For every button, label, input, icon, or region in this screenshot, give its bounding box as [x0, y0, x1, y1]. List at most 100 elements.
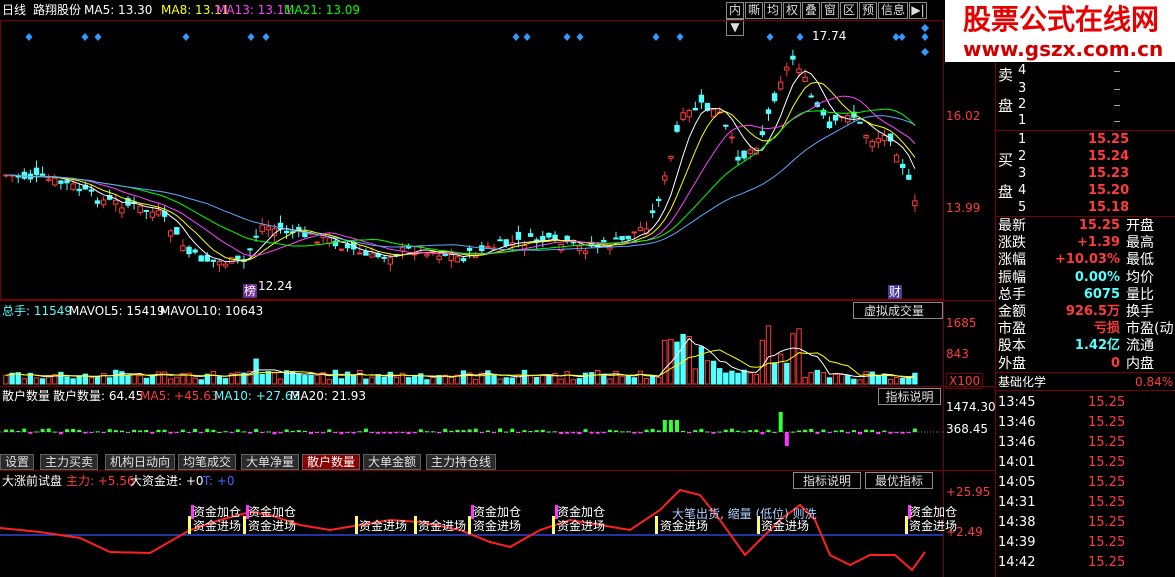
tick-time: 13:45 — [998, 395, 1036, 410]
stat-value: 1.42亿 — [1074, 338, 1120, 354]
capital-add-annotation: 资金加仓 — [557, 505, 606, 519]
bottom-help-button[interactable]: 指标说明 — [793, 472, 861, 489]
candle — [283, 230, 290, 234]
stat-value: +10.03% — [1054, 252, 1120, 268]
retail-bar — [784, 432, 789, 446]
volume-bar — [595, 369, 601, 385]
stat-label: 金额 — [998, 304, 1026, 320]
virtual-volume-dropdown[interactable]: 虚拟成交量 — [853, 302, 943, 319]
candle — [741, 150, 747, 159]
candle — [88, 189, 95, 192]
retail-bar — [534, 430, 539, 432]
volume-bar — [107, 377, 113, 385]
retail-bar — [168, 432, 173, 434]
stat-value: 亏损 — [1093, 321, 1120, 337]
candle — [515, 231, 522, 240]
volume-bar — [351, 374, 357, 385]
candle — [802, 76, 808, 82]
retail-bar — [498, 428, 503, 432]
retail-bar — [668, 420, 673, 432]
cai-marker[interactable]: 财 — [888, 285, 903, 299]
tab-main-force[interactable]: 主力买卖 — [40, 454, 99, 470]
ma-line — [6, 70, 916, 263]
volume-bar — [692, 368, 698, 385]
candle — [222, 263, 229, 267]
bid-row[interactable]: 3 15.23 — [996, 165, 1175, 183]
retail-bar — [357, 431, 362, 433]
retail-bar — [437, 432, 442, 434]
tab-main-position[interactable]: 主力持仓线 — [426, 454, 497, 470]
bid-row[interactable]: 4 15.20 — [996, 182, 1175, 200]
stat-label: 股本 — [998, 338, 1026, 355]
candle — [698, 94, 705, 103]
volume-bar — [137, 375, 143, 385]
capital-enter-annotation: 资金进场 — [557, 519, 606, 533]
volume-bar — [375, 374, 381, 385]
volume-bar — [704, 360, 711, 385]
candle — [21, 171, 28, 179]
tick-price: 15.25 — [1088, 395, 1126, 410]
tab-settings[interactable]: 设置 — [0, 454, 35, 470]
volume-bar — [174, 376, 180, 385]
retail-bar — [65, 429, 69, 432]
volume-bar — [430, 376, 436, 385]
retail-bar — [540, 429, 545, 432]
kline-chart[interactable] — [0, 0, 996, 577]
retail-axis-label: 1474.30 — [946, 400, 996, 414]
bang-marker[interactable]: 榜 — [243, 284, 258, 298]
retail-bar — [327, 429, 332, 432]
volume-bar — [393, 377, 400, 385]
volume-bar — [839, 374, 845, 385]
volume-bar — [808, 372, 814, 385]
volume-bar — [796, 328, 802, 385]
candle — [790, 55, 796, 60]
candle — [473, 255, 479, 259]
retail-bar — [876, 432, 881, 435]
candle — [192, 249, 198, 253]
tick-price: 15.25 — [1088, 475, 1126, 490]
volume-bar — [723, 372, 729, 385]
signal-diamond — [563, 33, 571, 41]
volume-bar — [326, 379, 333, 385]
best-indicator-button[interactable]: 最优指标 — [865, 472, 933, 489]
tab-big-order-amount[interactable]: 大单金额 — [363, 454, 422, 470]
tab-big-order-net[interactable]: 大单净量 — [241, 454, 300, 470]
tick-time: 14:39 — [998, 535, 1036, 550]
retail-bar — [870, 429, 875, 432]
candle — [582, 250, 589, 254]
retail-help-button[interactable]: 指标说明 — [878, 388, 941, 405]
volume-bar — [649, 376, 656, 385]
volume-bar — [729, 370, 735, 385]
level-bar — [1114, 71, 1120, 72]
candle — [259, 224, 265, 233]
candle — [198, 255, 204, 262]
volume-bar — [70, 378, 76, 385]
tick-time: 14:05 — [998, 475, 1036, 490]
stat-value: 0 — [1110, 355, 1120, 371]
signal-marker — [355, 516, 358, 534]
candle — [906, 174, 912, 180]
volume-bar — [784, 362, 790, 385]
candle — [729, 136, 735, 139]
retail-bar — [644, 429, 649, 432]
candle — [210, 259, 217, 262]
tab-avg-trade[interactable]: 均笔成交 — [178, 454, 237, 470]
bid-row[interactable]: 2 15.24 — [996, 148, 1175, 166]
capital-enter-annotation: 资金进场 — [909, 519, 958, 533]
bid-level: 2 — [1018, 149, 1027, 164]
candle — [265, 226, 272, 231]
ask-row[interactable]: 1 — [996, 112, 1175, 130]
candle — [253, 235, 259, 238]
retail-bar — [864, 429, 869, 432]
volume-bar — [192, 377, 198, 385]
ask-row[interactable]: 4 — [996, 62, 1175, 80]
sector-name[interactable]: 基础化学 — [998, 375, 1046, 389]
bid-row[interactable]: 5 15.18 — [996, 199, 1175, 217]
retail-bar — [162, 429, 167, 432]
tab-institution[interactable]: 机构日动向 — [105, 454, 176, 470]
bid-row[interactable]: 1 15.25 — [996, 131, 1175, 149]
tick-row: 14:38 15.25 — [996, 513, 1175, 533]
retail-bar — [174, 432, 179, 433]
bid-level: 1 — [1018, 132, 1027, 147]
tab-retail-count[interactable]: 散户数量 — [302, 454, 361, 470]
